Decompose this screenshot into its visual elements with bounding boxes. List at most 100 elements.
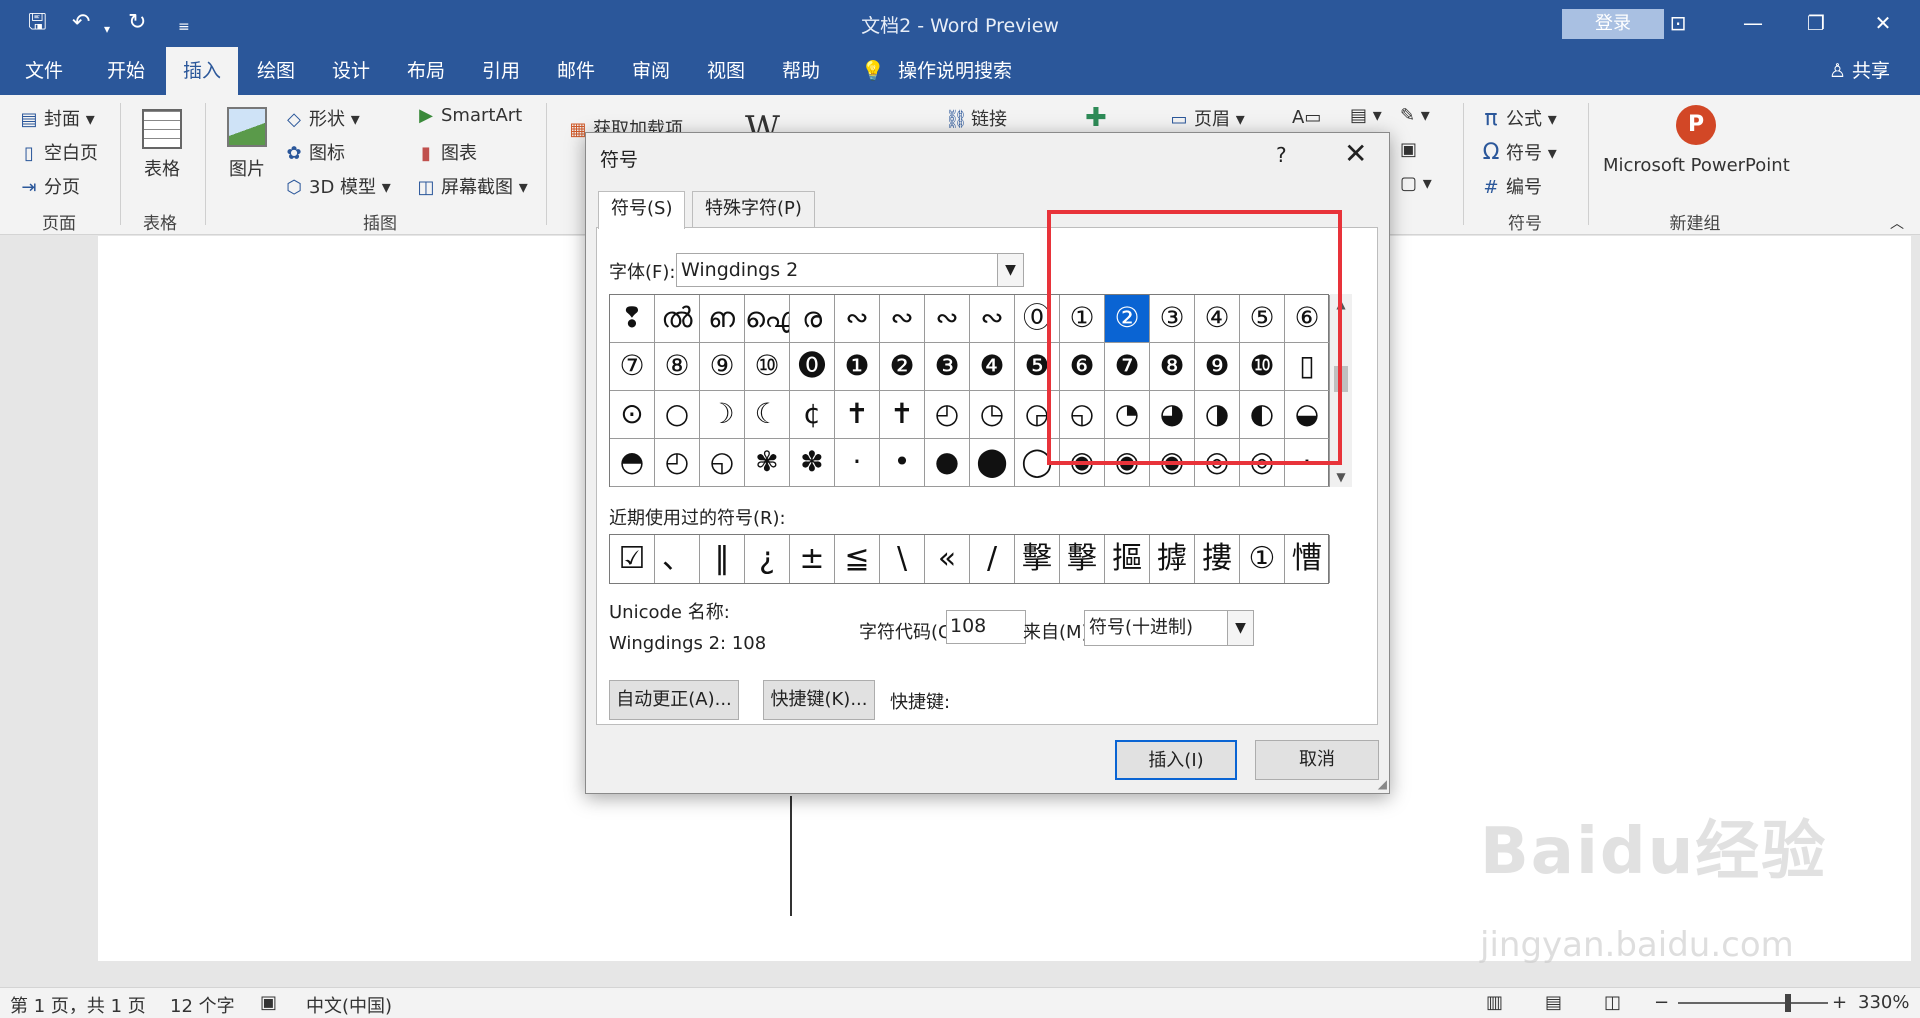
symbol-cell[interactable]: ∾ [880, 295, 925, 343]
symbol-cell[interactable]: ◵ [700, 439, 745, 487]
recent-symbol-cell[interactable]: ☑ [610, 535, 655, 583]
symbol-cell[interactable]: ഐ [745, 295, 790, 343]
recent-symbol-cell[interactable]: 擊 [1015, 535, 1060, 583]
symbol-cell[interactable]: ¢ [790, 391, 835, 439]
character-code-input[interactable]: 108 [946, 610, 1026, 644]
link-button[interactable]: ⛓ 链接 [945, 105, 1007, 131]
symbol-cell[interactable]: ◷ [970, 391, 1015, 439]
tab-draw[interactable]: 绘图 [246, 47, 306, 95]
shortcut-key-button[interactable]: 快捷键(K)... [763, 680, 875, 720]
symbol-cell[interactable]: ✝ [835, 391, 880, 439]
page-break-button[interactable]: ⇥ 分页 [18, 173, 80, 199]
quick-parts-icon[interactable]: ▤ ▾ [1350, 105, 1382, 126]
symbol-cell[interactable]: ◓ [610, 439, 655, 487]
icons-button[interactable]: ✿ 图标 [283, 139, 345, 165]
symbol-cell[interactable]: ⊙ [610, 391, 655, 439]
symbol-cell[interactable]: ⓿ [790, 343, 835, 391]
symbol-cell[interactable]: ❸ [925, 343, 970, 391]
tab-insert[interactable]: 插入 [166, 47, 238, 95]
recent-symbol-cell[interactable]: 摢 [1150, 535, 1195, 583]
web-layout-icon[interactable]: ◫ [1604, 992, 1621, 1013]
symbol-cell[interactable]: ❹ [970, 343, 1015, 391]
symbol-cell[interactable]: ഩ [700, 295, 745, 343]
print-layout-icon[interactable]: ▤ [1545, 992, 1562, 1013]
equation-button[interactable]: π 公式 ▾ [1480, 105, 1556, 131]
cover-page-button[interactable]: ▤ 封面 ▾ [18, 105, 94, 131]
cancel-button[interactable]: 取消 [1255, 740, 1379, 780]
tab-review[interactable]: 审阅 [621, 47, 681, 95]
recent-symbol-cell[interactable]: ¿ [745, 535, 790, 583]
number-button[interactable]: # 编号 [1480, 173, 1542, 199]
powerpoint-button[interactable]: Microsoft PowerPoint [1603, 155, 1790, 176]
zoom-slider-thumb[interactable] [1785, 994, 1791, 1012]
symbol-cell[interactable]: ⑦ [610, 343, 655, 391]
symbol-cell[interactable]: ൽ [655, 295, 700, 343]
signature-icon[interactable]: ✎ ▾ [1400, 105, 1430, 126]
symbol-cell[interactable]: ⑩ [745, 343, 790, 391]
shapes-button[interactable]: ◇ 形状 ▾ [283, 105, 360, 131]
symbol-cell[interactable]: ❷ [880, 343, 925, 391]
tab-references[interactable]: 引用 [471, 47, 531, 95]
symbol-cell[interactable]: ര [790, 295, 835, 343]
symbol-cell[interactable]: ◴ [925, 391, 970, 439]
recent-symbol-cell[interactable]: ≦ [835, 535, 880, 583]
symbol-cell[interactable]: • [880, 439, 925, 487]
symbol-cell[interactable]: ✝ [880, 391, 925, 439]
proofing-icon[interactable]: ▣ [260, 992, 277, 1013]
symbol-cell[interactable]: ✾ [745, 439, 790, 487]
ribbon-display-icon[interactable]: ⊡ [1655, 8, 1701, 38]
smartart-button[interactable]: ▶ SmartArt [415, 105, 522, 126]
textbox-icon[interactable]: A▭ [1292, 107, 1321, 128]
picture-button[interactable]: 图片 [229, 155, 265, 181]
symbol-cell[interactable]: ● [925, 439, 970, 487]
tab-file[interactable]: 文件 [14, 47, 74, 95]
object-icon[interactable]: ▢ ▾ [1400, 173, 1432, 194]
model-3d-button[interactable]: ⬡ 3D 模型 ▾ [283, 173, 391, 199]
word-count[interactable]: 12 个字 [170, 992, 235, 1018]
datetime-icon[interactable]: ▣ [1400, 139, 1417, 160]
symbol-button[interactable]: Ω 符号 ▾ [1480, 139, 1557, 165]
recent-symbol-cell[interactable]: ① [1240, 535, 1285, 583]
page-count[interactable]: 第 1 页，共 1 页 [10, 992, 146, 1018]
recent-symbol-cell[interactable]: 慒 [1285, 535, 1330, 583]
read-mode-icon[interactable]: ▥ [1486, 992, 1503, 1013]
recent-symbol-cell[interactable]: \ [880, 535, 925, 583]
tab-mailings[interactable]: 邮件 [546, 47, 606, 95]
symbol-cell[interactable]: ∾ [835, 295, 880, 343]
symbol-cell[interactable]: ☽ [700, 391, 745, 439]
tab-home[interactable]: 开始 [96, 47, 156, 95]
tab-design[interactable]: 设计 [321, 47, 381, 95]
login-button[interactable]: 登录 [1562, 9, 1664, 39]
tab-view[interactable]: 视图 [696, 47, 756, 95]
table-button[interactable]: 表格 [144, 155, 180, 181]
symbol-cell[interactable]: ∾ [970, 295, 1015, 343]
symbol-cell[interactable]: ☾ [745, 391, 790, 439]
symbol-cell[interactable]: ⑨ [700, 343, 745, 391]
recent-symbol-cell[interactable]: 擊 [1060, 535, 1105, 583]
symbol-cell[interactable]: · [835, 439, 880, 487]
chevron-down-icon[interactable]: ▼ [1227, 611, 1253, 645]
resize-grip-icon[interactable]: ◢ [1378, 777, 1387, 791]
tab-symbols[interactable]: 符号(S) [598, 191, 686, 229]
symbol-cell[interactable]: ✽ [790, 439, 835, 487]
zoom-in-icon[interactable]: + [1832, 992, 1847, 1013]
from-select[interactable]: 符号(十进制) ▼ [1084, 610, 1254, 646]
help-button[interactable]: ? [1276, 143, 1287, 167]
powerpoint-icon[interactable]: P [1676, 105, 1716, 145]
blank-page-button[interactable]: ▯ 空白页 [18, 139, 98, 165]
language-indicator[interactable]: 中文(中国) [306, 992, 392, 1018]
close-button[interactable]: ✕ [1860, 8, 1906, 38]
chart-button[interactable]: ▮ 图表 [415, 139, 477, 165]
zoom-slider[interactable] [1678, 1002, 1828, 1004]
symbol-cell[interactable]: ⑧ [655, 343, 700, 391]
recent-symbol-cell[interactable]: / [970, 535, 1015, 583]
header-button[interactable]: ▭ 页眉 ▾ [1168, 105, 1244, 131]
zoom-level[interactable]: 330% [1858, 992, 1909, 1013]
symbol-cell[interactable]: ◴ [655, 439, 700, 487]
tab-layout[interactable]: 布局 [396, 47, 456, 95]
minimize-button[interactable]: — [1730, 8, 1776, 38]
collapse-ribbon-icon[interactable]: ︿ [1890, 213, 1904, 233]
symbol-cell[interactable]: ∾ [925, 295, 970, 343]
recent-symbol-cell[interactable]: 、 [655, 535, 700, 583]
recent-symbol-cell[interactable]: « [925, 535, 970, 583]
